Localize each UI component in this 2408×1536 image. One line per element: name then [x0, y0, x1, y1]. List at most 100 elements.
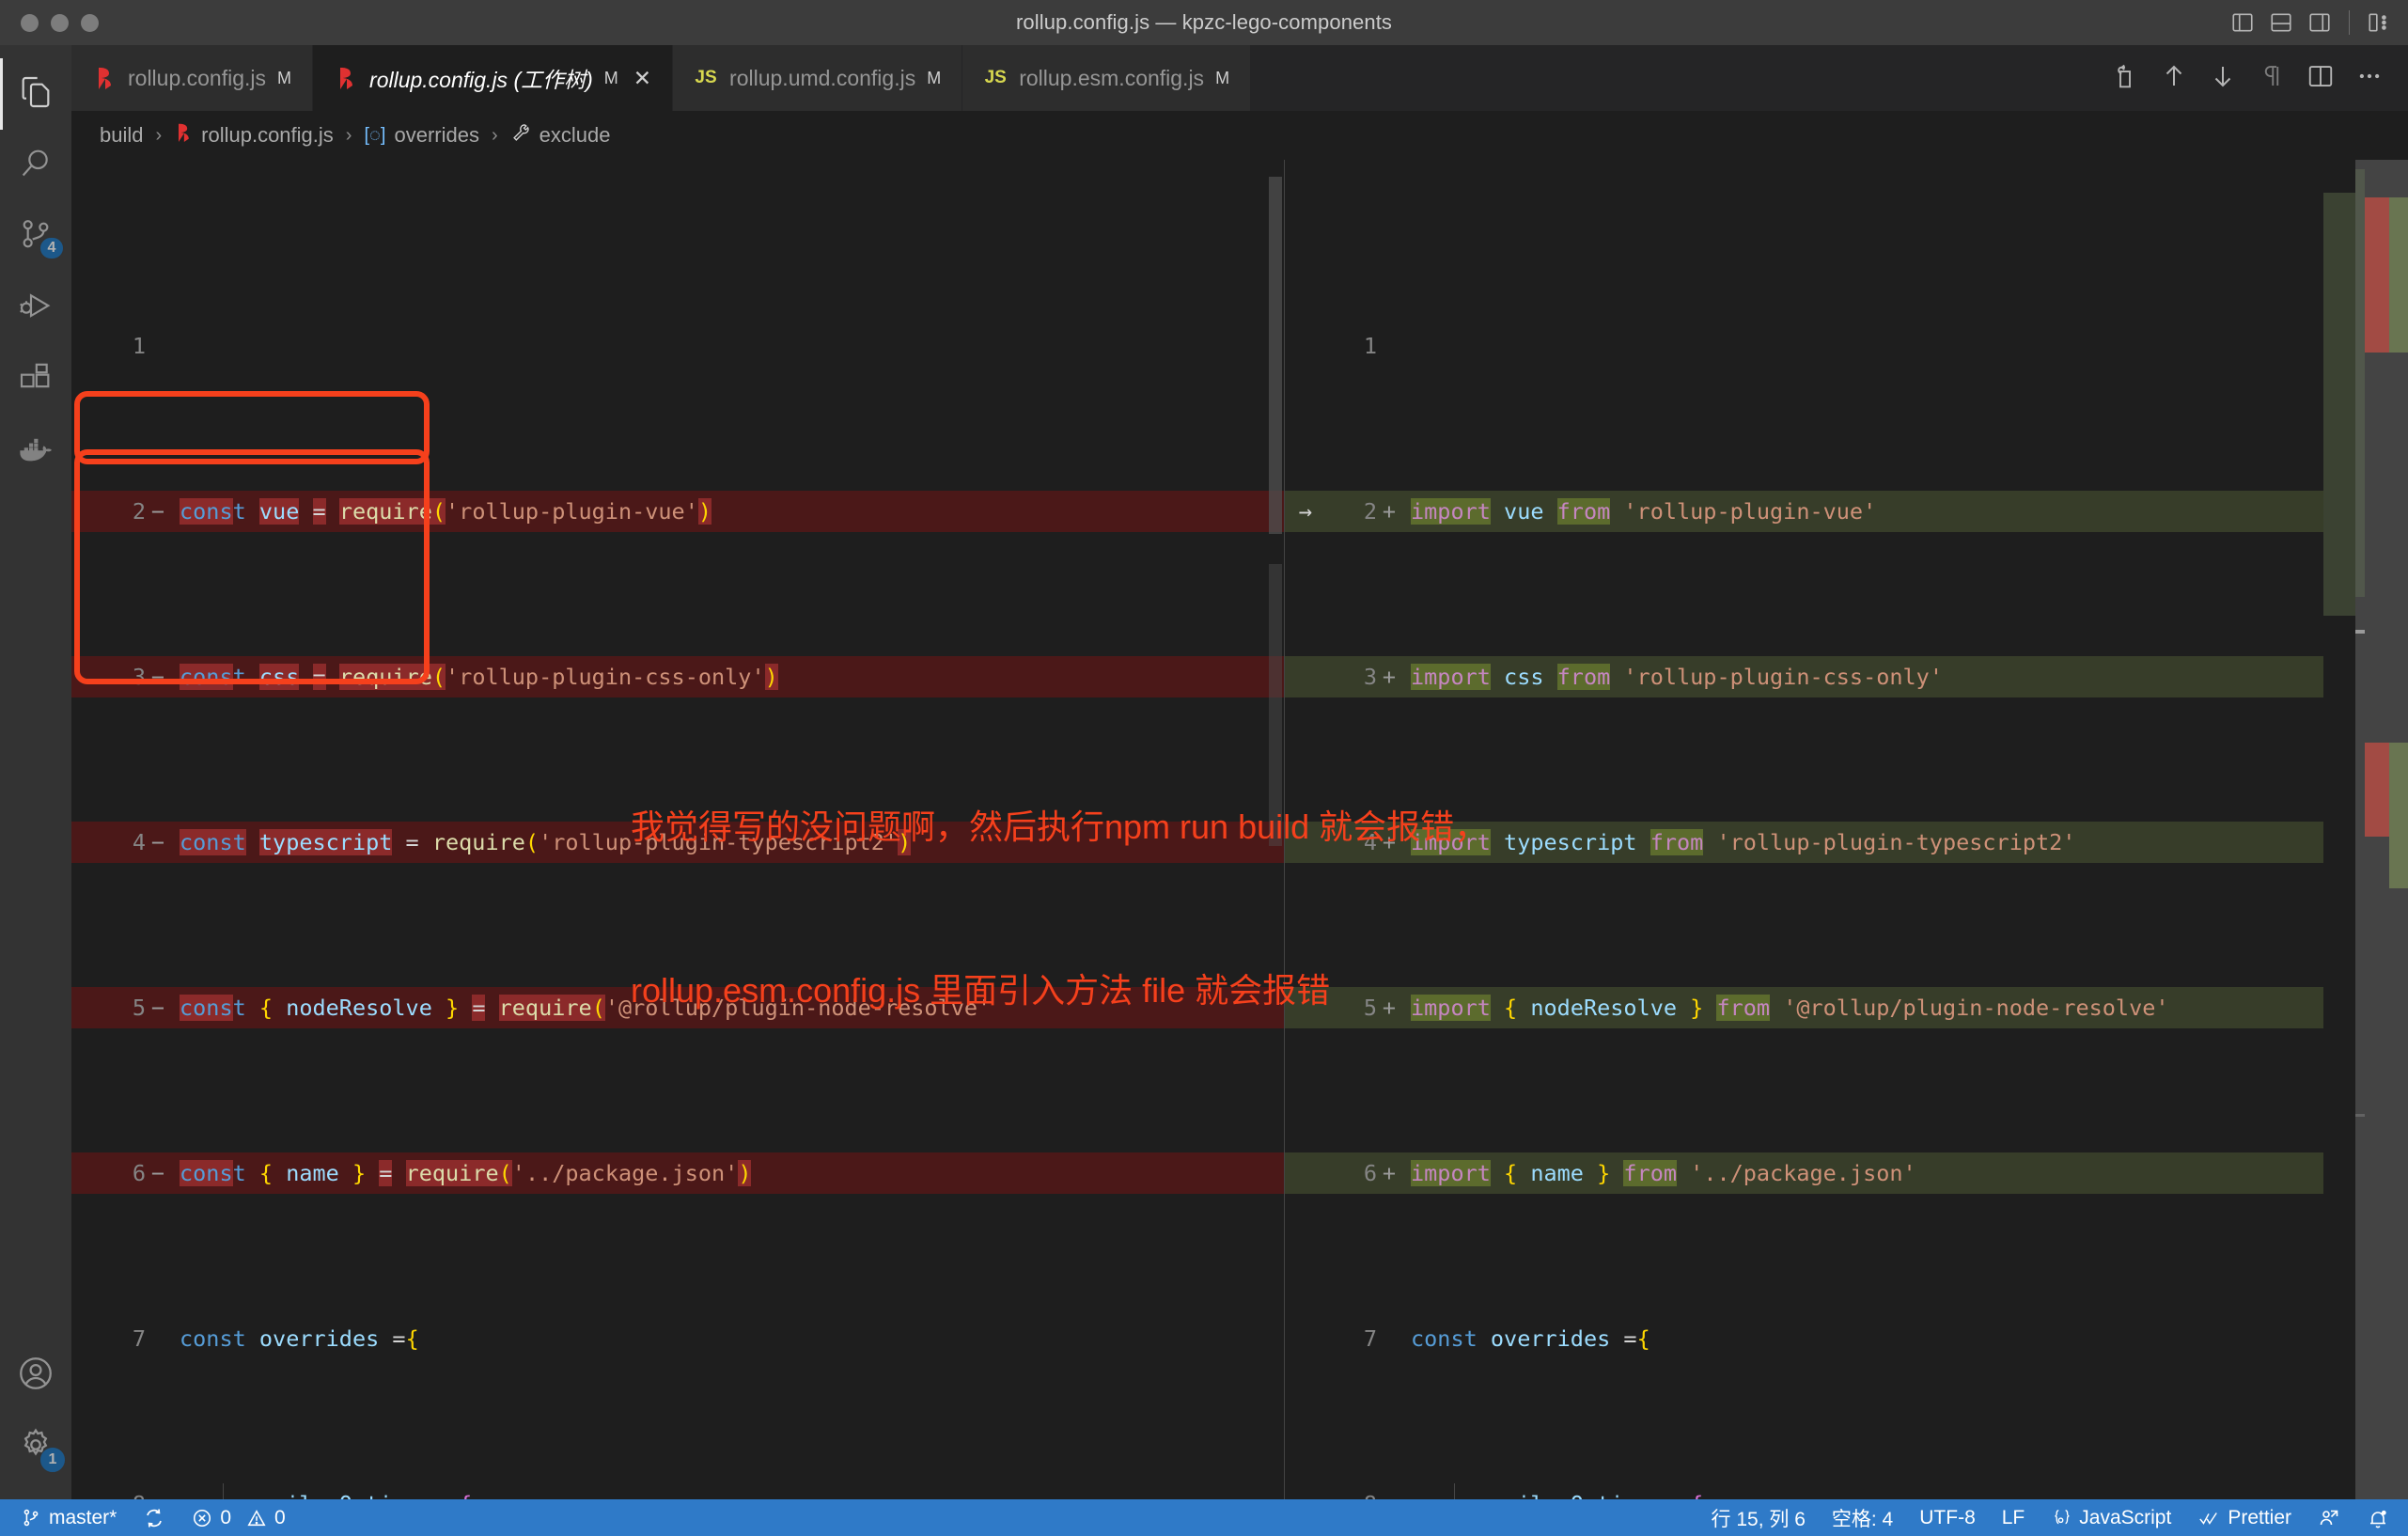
tab-rollup-config-working-tree[interactable]: rollup.config.js (工作树) M ✕	[313, 45, 674, 111]
account-icon	[16, 1354, 55, 1398]
tab-modified-indicator: M	[1215, 68, 1230, 87]
editor-scrollbar-vertical[interactable]	[1267, 160, 1284, 1499]
status-prettier[interactable]: Prettier	[2184, 1499, 2305, 1536]
minimize-window-button[interactable]	[51, 13, 69, 32]
toggle-secondary-sidebar-icon[interactable]	[2307, 10, 2332, 35]
sidebar-item-docker[interactable]	[0, 415, 71, 487]
editor-area: rollup.config.js M rollup.config.js (工作树…	[71, 45, 2408, 1499]
status-cursor-position[interactable]: 行 15, 列 6	[1698, 1499, 1819, 1536]
status-indentation[interactable]: 空格: 4	[1819, 1499, 1906, 1536]
arrow-down-icon[interactable]	[2209, 62, 2237, 95]
split-editor-icon[interactable]	[2306, 62, 2335, 95]
status-bar-right: 行 15, 列 6 空格: 4 UTF-8 LF JavaScript Pret…	[1698, 1499, 2408, 1536]
overview-ruler[interactable]	[2365, 160, 2408, 1499]
code-line: 4 + import typescript from 'rollup-plugin…	[1285, 822, 2408, 863]
diff-pane-original[interactable]: 1 2− const vue = require('rollup-plugin-…	[71, 160, 1284, 1499]
breadcrumb-separator: ›	[155, 124, 163, 146]
line-number: 8	[71, 1483, 170, 1499]
zoom-window-button[interactable]	[81, 13, 99, 32]
status-language-mode[interactable]: JavaScript	[2038, 1499, 2184, 1536]
breadcrumb-item-file[interactable]: rollup.config.js	[174, 121, 334, 149]
ellipsis-icon[interactable]	[2355, 62, 2384, 95]
breadcrumb-item-build[interactable]: build	[100, 123, 143, 148]
code-line: 6− const { name } = require('../package.…	[71, 1152, 1284, 1194]
sidebar-item-source-control[interactable]: 4	[0, 201, 71, 273]
code-line: 8 compilerOptions: {	[1285, 1483, 2408, 1499]
breadcrumb-label: build	[100, 123, 144, 147]
rollup-icon	[174, 121, 193, 149]
code-line: 2− const vue = require('rollup-plugin-vu…	[71, 491, 1284, 532]
open-changes-icon[interactable]	[2111, 62, 2139, 95]
docker-icon	[16, 430, 55, 474]
code-line: 3 + import css from 'rollup-plugin-css-on…	[1285, 656, 2408, 697]
code-line: 6 + import { name } from '../package.json…	[1285, 1152, 2408, 1194]
bell-dot-icon	[2367, 1507, 2389, 1529]
breadcrumb-item-overrides[interactable]: [◌] overrides	[364, 123, 478, 148]
settings-badge: 1	[39, 1447, 66, 1473]
line-number: 1	[1363, 333, 1377, 359]
code-line: 7 const overrides ={	[71, 1318, 1284, 1359]
encoding-label: UTF-8	[1919, 1506, 1976, 1528]
line-number: 5−	[132, 995, 165, 1021]
minimap[interactable]	[2323, 160, 2355, 1499]
language-mode-label: JavaScript	[2079, 1506, 2172, 1528]
tab-modified-indicator: M	[927, 68, 942, 87]
editor-actions	[2111, 45, 2408, 111]
scrollbar-thumb[interactable]	[1269, 177, 1282, 534]
arrow-up-icon[interactable]	[2160, 62, 2188, 95]
diff-pane-modified[interactable]: 1 → 2 + import vue from 'rollup-plugin-vu…	[1285, 160, 2408, 1499]
tab-rollup-umd-config[interactable]: JS rollup.umd.config.js M	[673, 45, 963, 111]
close-window-button[interactable]	[21, 13, 39, 32]
code-line: 8 compilerOptions: {	[71, 1483, 1284, 1499]
breadcrumb-separator: ›	[345, 124, 352, 146]
source-control-icon	[21, 1508, 41, 1528]
breadcrumb-item-exclude[interactable]: exclude	[510, 122, 610, 149]
customize-layout-icon[interactable]	[2367, 10, 2391, 35]
code-line: 4− const typescript = require('rollup-pl…	[71, 822, 1284, 863]
toggle-primary-sidebar-icon[interactable]	[2230, 10, 2255, 35]
code-line: 3− const css = require('rollup-plugin-cs…	[71, 656, 1284, 697]
diff-editor: 1 2− const vue = require('rollup-plugin-…	[71, 160, 2408, 1499]
sidebar-item-explorer[interactable]	[0, 58, 71, 130]
status-notifications[interactable]	[2353, 1499, 2408, 1536]
status-branch[interactable]: master*	[8, 1499, 130, 1536]
line-number: 4 +	[1363, 829, 1397, 855]
pilcrow-icon[interactable]	[2258, 62, 2286, 95]
manage-settings-button[interactable]: 1	[0, 1411, 71, 1482]
symbol-object-icon: [◌]	[364, 124, 386, 146]
sidebar-item-search[interactable]	[0, 130, 71, 201]
close-icon[interactable]: ✕	[633, 66, 651, 91]
tab-rollup-config-head[interactable]: rollup.config.js M	[71, 45, 314, 111]
line-number: 2 +	[1363, 498, 1397, 525]
toggle-panel-icon[interactable]	[2269, 10, 2293, 35]
js-icon: JS	[984, 68, 1007, 87]
branch-label: master*	[49, 1506, 117, 1528]
status-sync[interactable]	[130, 1499, 179, 1536]
editor-tab-bar: rollup.config.js M rollup.config.js (工作树…	[71, 45, 2408, 111]
tab-label: rollup.esm.config.js	[1019, 65, 1205, 90]
tab-rollup-esm-config[interactable]: JS rollup.esm.config.js M	[962, 45, 1252, 111]
divider	[2349, 10, 2350, 35]
scrollbar-thumb-secondary[interactable]	[1269, 564, 1282, 846]
status-encoding[interactable]: UTF-8	[1906, 1499, 1989, 1536]
sidebar-item-extensions[interactable]	[0, 344, 71, 415]
diff-change-arrow[interactable]: →	[1285, 491, 1326, 532]
status-problems[interactable]: 0 0	[179, 1499, 298, 1536]
overview-mark-add	[2389, 743, 2408, 888]
layout-controls	[2230, 10, 2391, 35]
overview-mark-delete	[2365, 743, 2389, 837]
breadcrumb-separator: ›	[491, 124, 498, 146]
status-live-share[interactable]	[2305, 1499, 2353, 1536]
rollup-icon	[92, 65, 117, 91]
rollup-icon	[334, 65, 358, 91]
status-bar: master* 0 0 行 15, 列 6 空格: 4 UTF-8 LF Jav…	[0, 1499, 2408, 1536]
accounts-button[interactable]	[0, 1340, 71, 1411]
editor-tabs: rollup.config.js M rollup.config.js (工作树…	[71, 45, 1252, 111]
code-line: 7 const overrides ={	[1285, 1318, 2408, 1359]
indentation-label: 空格: 4	[1831, 1508, 1894, 1530]
code-line: 5− const { nodeResolve } = require('@rol…	[71, 987, 1284, 1028]
status-eol[interactable]: LF	[1989, 1499, 2039, 1536]
sidebar-item-run-and-debug[interactable]	[0, 273, 71, 344]
line-number: 7	[1363, 1325, 1377, 1352]
eol-label: LF	[2001, 1506, 2025, 1528]
